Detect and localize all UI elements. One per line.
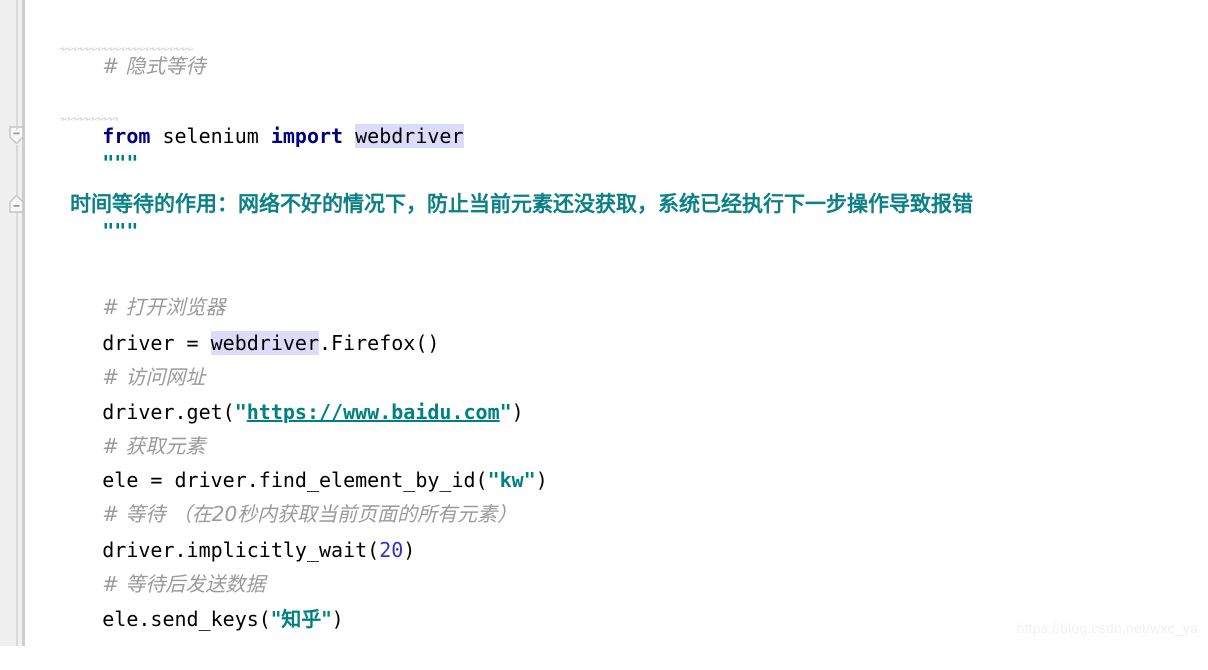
code-content[interactable]: # 隐式等待 from selenium import webdriver ""… (30, 0, 1208, 646)
identifier-webdriver-highlighted[interactable]: webdriver (210, 331, 319, 355)
watermark: https://blog.csdn.net/wxc_ya (1016, 620, 1198, 636)
code-line-comment-implicit-wait[interactable]: # 隐式等待 (30, 15, 205, 78)
quote-close: " (499, 400, 512, 424)
docstring-quote-close: """ (102, 219, 139, 243)
fold-connector-line (16, 0, 18, 646)
code-line-comment-open-browser[interactable]: # 打开浏览器 (30, 256, 225, 319)
call-suffix: ) (331, 607, 344, 631)
docstring-text: 时间等待的作用：网络不好的情况下，防止当前元素还没获取，系统已经执行下一步操作导… (70, 192, 974, 216)
module-name: selenium (150, 124, 271, 148)
number-literal-20: 20 (379, 538, 404, 562)
call-prefix: ele.send_keys( (102, 607, 271, 631)
call-suffix: .Firefox() (319, 331, 440, 355)
code-line-create-driver[interactable]: driver = webdriver.Firefox() (30, 292, 439, 355)
code-line-docstring-close[interactable]: """ (30, 180, 138, 243)
code-editor[interactable]: # 隐式等待 from selenium import webdriver ""… (0, 0, 1208, 646)
comment-text: # 隐式等待 (102, 54, 206, 78)
code-line-implicitly-wait[interactable]: driver.implicitly_wait(20) (30, 499, 415, 562)
editor-gutter[interactable] (0, 0, 22, 646)
call-suffix: ) (403, 538, 416, 562)
keyword-import: import (270, 124, 344, 148)
code-line-docstring-body[interactable]: 时间等待的作用：网络不好的情况下，防止当前元素还没获取，系统已经执行下一步操作导… (30, 153, 973, 216)
code-line-comment-visit-url[interactable]: # 访问网址 (30, 326, 205, 389)
call-suffix: ) (535, 468, 548, 492)
string-literal-zhihu: "知乎" (270, 607, 332, 631)
call-suffix: ) (511, 400, 524, 424)
url-literal[interactable]: https://www.baidu.com (247, 400, 500, 424)
gutter-divider (22, 0, 25, 646)
code-line-comment-wait[interactable]: # 等待 （在20秒内获取当前页面的所有元素） (30, 463, 517, 526)
code-line-docstring-open[interactable]: """ (30, 112, 138, 175)
identifier-webdriver-highlighted[interactable]: webdriver (355, 124, 464, 148)
code-line-find-element-by-id[interactable]: ele = driver.find_element_by_id("kw") (30, 429, 548, 492)
code-line-comment-find-element[interactable]: # 获取元素 (30, 395, 205, 458)
code-line-send-keys[interactable]: ele.send_keys("知乎") (30, 568, 343, 631)
code-line-comment-send-data[interactable]: # 等待后发送数据 (30, 533, 265, 596)
quote-open: " (234, 400, 247, 424)
code-line-driver-get[interactable]: driver.get("https://www.baidu.com") (30, 361, 523, 424)
